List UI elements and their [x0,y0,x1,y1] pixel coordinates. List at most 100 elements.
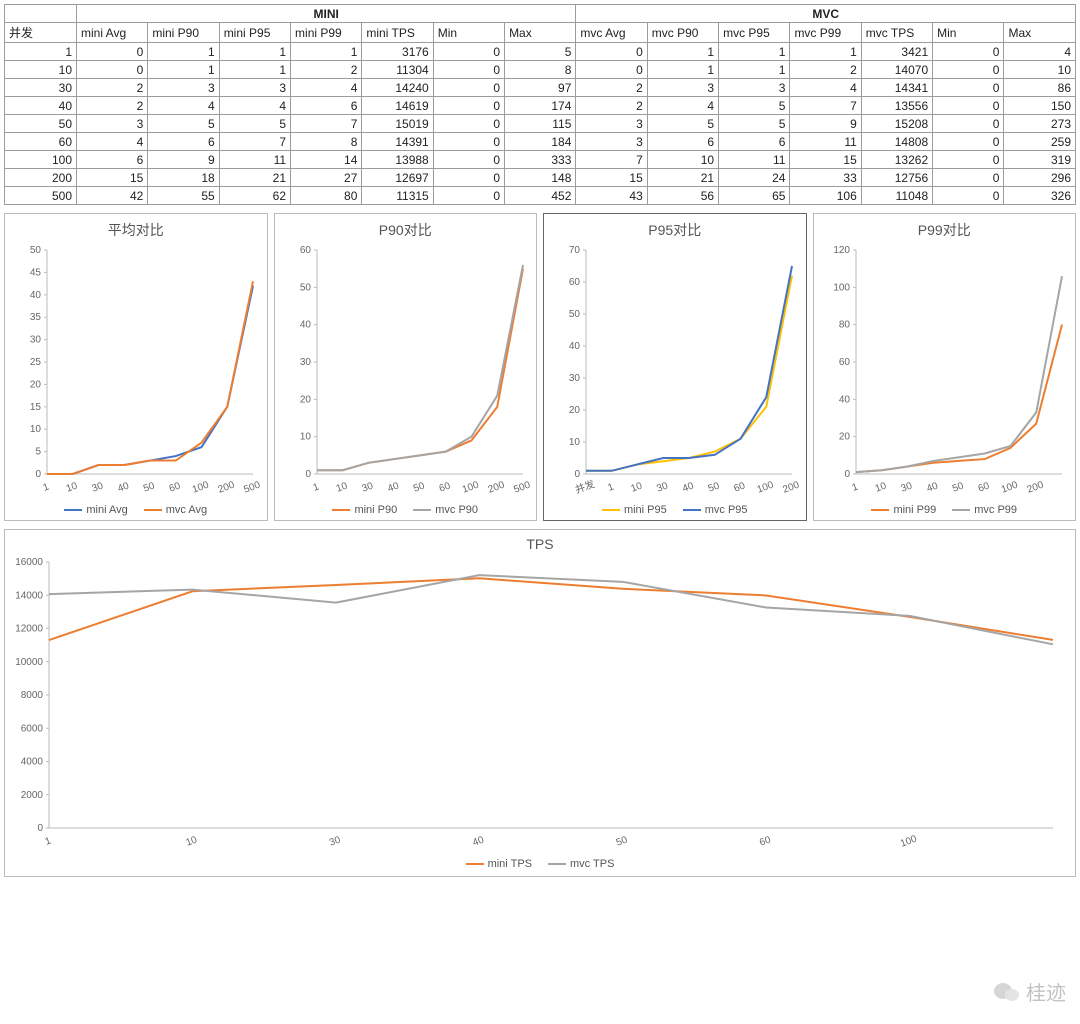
cell: 56 [647,187,718,205]
svg-text:100: 100 [833,282,850,293]
svg-text:并发: 并发 [573,477,596,496]
svg-text:10000: 10000 [15,657,43,668]
svg-text:35: 35 [30,312,42,323]
cell: 0 [933,97,1004,115]
svg-text:8000: 8000 [21,690,44,701]
svg-text:200: 200 [781,479,800,495]
cell: 0 [576,61,647,79]
cell: 15 [77,169,148,187]
svg-text:0: 0 [844,469,850,480]
watermark: 桂迹 [994,977,1066,1006]
cell: 86 [1004,79,1076,97]
svg-text:200: 200 [486,479,506,495]
svg-text:14000: 14000 [15,590,43,601]
svg-text:5: 5 [35,447,41,458]
group-mvc: MVC [576,5,1076,23]
col-header: mini Avg [77,23,148,43]
cell: 5 [148,115,219,133]
svg-text:70: 70 [569,245,581,256]
svg-text:4000: 4000 [21,757,44,768]
cell: 3421 [861,43,932,61]
cell: 11 [719,151,790,169]
cell: 0 [933,133,1004,151]
cell: 0 [77,43,148,61]
svg-text:50: 50 [569,309,581,320]
svg-text:40: 40 [471,834,486,848]
col-header: mvc P90 [647,23,718,43]
table-row: 1001121130408011214070010 [5,61,1076,79]
svg-text:40: 40 [681,480,696,494]
cell: 60 [5,133,77,151]
svg-text:60: 60 [168,480,183,494]
cell: 1 [148,61,219,79]
svg-text:30: 30 [328,834,343,848]
cell: 18 [148,169,219,187]
cell: 21 [647,169,718,187]
svg-text:50: 50 [299,282,311,293]
svg-text:10: 10 [299,432,311,443]
legend-item: mini Avg [64,504,127,516]
svg-text:30: 30 [569,373,581,384]
cell: 4 [1004,43,1076,61]
svg-text:1: 1 [42,481,51,493]
svg-text:40: 40 [925,480,940,494]
svg-text:60: 60 [838,357,850,368]
cell: 0 [77,61,148,79]
cell: 4 [77,133,148,151]
col-header: mini TPS [362,23,433,43]
svg-text:50: 50 [412,480,427,494]
watermark-text: 桂迹 [1026,977,1066,1006]
legend-item: mvc P99 [952,504,1017,516]
table-row: 30233414240097233414341086 [5,79,1076,97]
cell: 1 [291,43,362,61]
cell: 174 [505,97,576,115]
svg-text:30: 30 [360,480,375,494]
cell: 333 [505,151,576,169]
cell: 14070 [861,61,932,79]
cell: 11048 [861,187,932,205]
svg-text:100: 100 [899,833,919,849]
cell: 0 [433,43,504,61]
cell: 0 [433,187,504,205]
cell: 15019 [362,115,433,133]
table-body: 1011131760501113421041001121130408011214… [5,43,1076,205]
svg-text:40: 40 [386,480,401,494]
cell: 0 [433,61,504,79]
cell: 62 [219,187,290,205]
cell: 2 [576,97,647,115]
svg-text:40: 40 [299,320,311,331]
header-row: 并发mini Avgmini P90mini P95mini P99mini T… [5,23,1076,43]
cell: 6 [77,151,148,169]
cell: 8 [291,133,362,151]
col-header: mvc P99 [790,23,861,43]
cell: 50 [5,115,77,133]
cell: 2 [790,61,861,79]
cell: 14391 [362,133,433,151]
svg-text:1: 1 [311,481,320,493]
cell: 4 [148,97,219,115]
svg-text:500: 500 [242,479,261,495]
chart-p90: P90对比 010203040506011030405060100200500 … [274,213,538,521]
col-header: mini P90 [148,23,219,43]
cell: 0 [933,43,1004,61]
col-header: mvc TPS [861,23,932,43]
svg-text:50: 50 [707,480,722,494]
chart-title: 平均对比 [9,220,263,240]
cell: 148 [505,169,576,187]
cell: 0 [433,79,504,97]
col-header: 并发 [5,23,77,43]
cell: 24 [719,169,790,187]
chart-tps: TPS 020004000600080001000012000140001600… [4,529,1076,877]
cell: 3176 [362,43,433,61]
cell: 14 [291,151,362,169]
cell: 33 [790,169,861,187]
cell: 7 [291,115,362,133]
table-row: 5035571501901153559152080273 [5,115,1076,133]
svg-text:12000: 12000 [15,624,43,635]
svg-text:30: 30 [899,480,914,494]
svg-text:60: 60 [437,480,452,494]
svg-text:1: 1 [44,835,53,847]
svg-text:500: 500 [512,479,531,495]
svg-text:1: 1 [606,481,615,493]
cell: 4 [219,97,290,115]
